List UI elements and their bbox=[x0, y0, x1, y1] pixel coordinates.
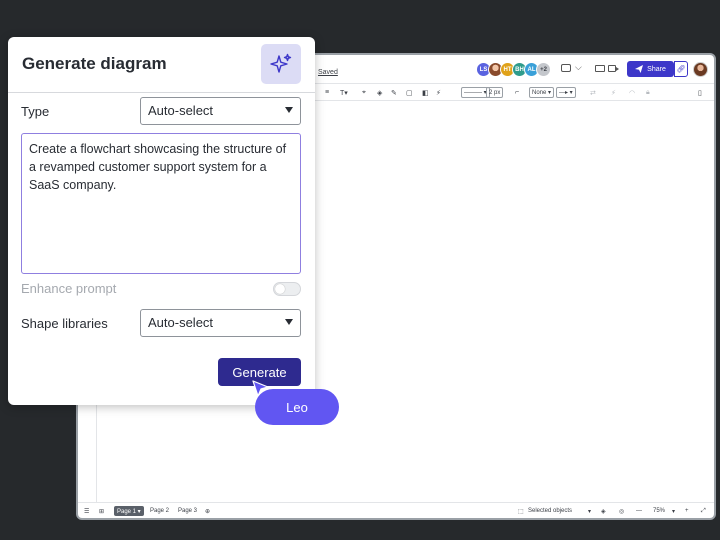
dropdown-arrow-icon bbox=[285, 319, 293, 325]
zoom-level[interactable]: 75% bbox=[653, 506, 665, 516]
link-icon: 🔗︎ bbox=[676, 66, 686, 73]
add-page-icon[interactable]: ⊕ bbox=[205, 506, 210, 516]
navigate-icon[interactable]: ◎ bbox=[619, 506, 624, 516]
status-bar: ☰ ⊞ Page 1 ▾ Page 2 Page 3 ⊕ ⬚ Selected … bbox=[78, 502, 714, 518]
dialog-divider bbox=[8, 92, 315, 93]
layers-icon[interactable]: ◈ bbox=[601, 506, 606, 516]
swap-icon[interactable]: ⇄ bbox=[590, 87, 596, 98]
sparkle-icon bbox=[270, 53, 292, 73]
arrow-end-select[interactable]: —▸ ▾ bbox=[556, 87, 576, 98]
fullscreen-icon[interactable]: ⤢ bbox=[701, 506, 706, 516]
headphones-icon[interactable]: ◠ bbox=[629, 87, 635, 98]
panel-toggle-icon[interactable]: ▯ bbox=[698, 87, 702, 98]
chevron-down-icon[interactable]: ⌵ bbox=[575, 62, 582, 73]
tab-page-2[interactable]: Page 2 bbox=[150, 506, 169, 516]
user-avatar[interactable] bbox=[693, 62, 708, 77]
magic-icon[interactable]: ⚡︎ bbox=[436, 87, 441, 98]
lock-icon[interactable]: 🔒︎ bbox=[646, 87, 650, 98]
zoom-out-button[interactable]: — bbox=[636, 506, 642, 516]
zoom-in-button[interactable]: + bbox=[685, 506, 689, 516]
shape-libraries-value: Auto-select bbox=[148, 315, 214, 330]
shadow-icon[interactable]: ◧ bbox=[422, 87, 429, 98]
line-color-icon[interactable]: ✎ bbox=[391, 87, 397, 98]
toggle-knob bbox=[275, 284, 285, 294]
arrow-start-select[interactable]: None ▾ bbox=[529, 87, 555, 98]
chevron-down-icon[interactable]: ▾ bbox=[672, 506, 675, 516]
position-icon[interactable]: ⌖ bbox=[362, 87, 366, 98]
text-style-icon[interactable]: T▾ bbox=[340, 87, 348, 98]
dialog-title: Generate diagram bbox=[22, 54, 167, 73]
enhance-prompt-toggle[interactable] bbox=[273, 282, 301, 296]
collaborator-avatar[interactable]: +2 bbox=[536, 62, 551, 77]
fill-color-icon[interactable]: ◈ bbox=[377, 87, 382, 98]
text-align-icon[interactable]: ≡ bbox=[325, 87, 329, 98]
chevron-down-icon[interactable]: ▾ bbox=[588, 506, 591, 516]
generate-diagram-dialog: Generate diagram Type Auto-select Create… bbox=[8, 37, 315, 405]
action-icon[interactable]: ⚡︎ bbox=[611, 87, 616, 98]
selected-objects-label[interactable]: Selected objects bbox=[528, 506, 572, 516]
video-call-icon[interactable] bbox=[608, 65, 619, 72]
present-icon[interactable] bbox=[595, 65, 605, 72]
tab-page-1[interactable]: Page 1 ▾ bbox=[114, 506, 144, 516]
send-icon bbox=[635, 65, 644, 73]
share-label: Share bbox=[647, 65, 666, 73]
copy-link-button[interactable]: 🔗︎ bbox=[674, 61, 688, 77]
line-shape-icon[interactable]: ⌐ bbox=[515, 87, 519, 98]
collaborator-cursor-label: Leo bbox=[255, 389, 339, 425]
prompt-textarea[interactable]: Create a flowchart showcasing the struct… bbox=[21, 133, 301, 274]
tab-page-3[interactable]: Page 3 bbox=[178, 506, 197, 516]
style-icon[interactable]: ▢ bbox=[406, 87, 413, 98]
stroke-width-select[interactable]: 2 px bbox=[486, 87, 504, 98]
saved-status[interactable]: Saved bbox=[318, 69, 338, 76]
select-icon: ⬚ bbox=[518, 508, 524, 515]
ai-sparkle-button[interactable] bbox=[261, 44, 301, 84]
enhance-prompt-label: Enhance prompt bbox=[21, 281, 117, 296]
type-value: Auto-select bbox=[148, 103, 214, 118]
type-select[interactable]: Auto-select bbox=[140, 97, 301, 125]
type-label: Type bbox=[21, 104, 50, 119]
comment-icon[interactable] bbox=[561, 64, 571, 72]
shape-libraries-select[interactable]: Auto-select bbox=[140, 309, 301, 337]
share-button[interactable]: Share bbox=[627, 61, 674, 77]
collaborator-avatars[interactable]: LS HT BH AL +2 bbox=[476, 62, 551, 77]
shape-libraries-label: Shape libraries bbox=[21, 316, 108, 331]
dropdown-arrow-icon bbox=[285, 107, 293, 113]
list-view-icon[interactable]: ☰ bbox=[84, 506, 89, 516]
grid-view-icon[interactable]: ⊞ bbox=[99, 506, 104, 516]
